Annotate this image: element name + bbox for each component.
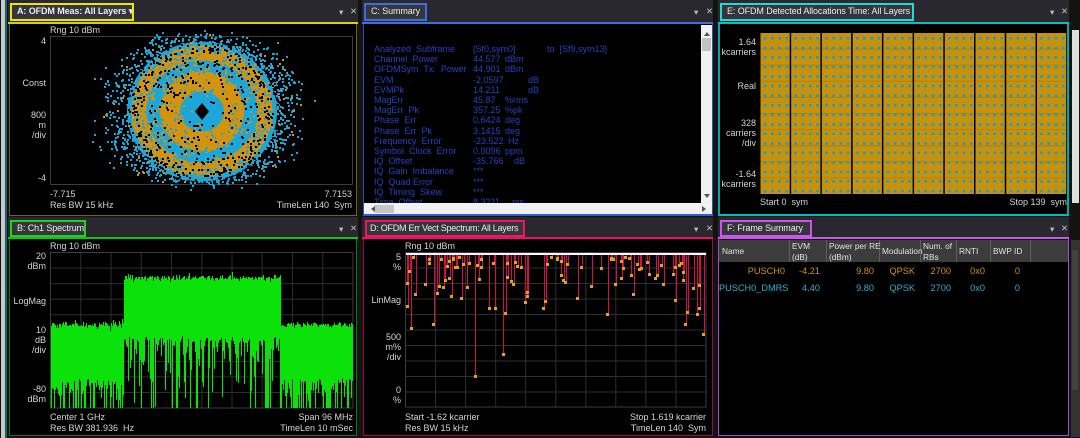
svg-text:/div: /div xyxy=(387,352,402,362)
svg-text:LogMag: LogMag xyxy=(13,296,46,306)
svg-text:-1.64: -1.64 xyxy=(735,169,756,179)
svg-text:TimeLen 140 Sym: TimeLen 140 Sym xyxy=(277,200,352,210)
svg-text:m%: m% xyxy=(386,342,402,352)
svg-text:Stop 1.619 kcarrier: Stop 1.619 kcarrier xyxy=(630,412,706,422)
svg-text:Rng 10 dBm: Rng 10 dBm xyxy=(50,25,100,35)
svg-text:Res BW 381.936 Hz: Res BW 381.936 Hz xyxy=(50,423,135,433)
svg-text:5: 5 xyxy=(396,252,401,262)
svg-text:1.64: 1.64 xyxy=(738,37,756,47)
svg-text:LinMag: LinMag xyxy=(371,295,401,305)
svg-text:%: % xyxy=(393,395,401,405)
svg-text:/div: /div xyxy=(32,130,47,140)
svg-text:m: m xyxy=(39,120,47,130)
svg-text:Stop 139 sym: Stop 139 sym xyxy=(1009,197,1067,207)
svg-text:20: 20 xyxy=(36,251,46,261)
svg-text:dBm: dBm xyxy=(27,394,46,404)
svg-text:/div: /div xyxy=(742,138,757,148)
svg-text:-7.715: -7.715 xyxy=(50,189,76,199)
svg-text:-80: -80 xyxy=(33,384,46,394)
svg-text:Start -1.62 kcarrier: Start -1.62 kcarrier xyxy=(405,412,480,422)
svg-text:Span 96 MHz: Span 96 MHz xyxy=(298,412,353,422)
svg-text:7.7153: 7.7153 xyxy=(324,189,352,199)
svg-text:328: 328 xyxy=(741,118,756,128)
svg-text:Center 1 GHz: Center 1 GHz xyxy=(50,412,106,422)
svg-text:Real: Real xyxy=(737,81,756,91)
svg-text:0: 0 xyxy=(396,385,401,395)
svg-text:Const: Const xyxy=(22,78,46,88)
svg-text:carriers: carriers xyxy=(726,128,757,138)
svg-text:Res BW 15 kHz: Res BW 15 kHz xyxy=(405,423,469,433)
svg-text:4: 4 xyxy=(41,36,46,46)
svg-text:Res BW 15 kHz: Res BW 15 kHz xyxy=(50,200,114,210)
svg-text:-4: -4 xyxy=(38,173,46,183)
svg-text:dB: dB xyxy=(35,335,46,345)
svg-text:Rng 10 dBm: Rng 10 dBm xyxy=(405,241,455,251)
svg-text:Start 0 sym: Start 0 sym xyxy=(760,197,808,207)
svg-text:dBm: dBm xyxy=(27,261,46,271)
svg-text:500: 500 xyxy=(386,332,401,342)
svg-text:kcarriers: kcarriers xyxy=(721,179,756,189)
svg-text:TimeLen 10 mSec: TimeLen 10 mSec xyxy=(280,423,353,433)
svg-text:10: 10 xyxy=(36,325,46,335)
svg-text:800: 800 xyxy=(31,110,46,120)
svg-text:Rng 10 dBm: Rng 10 dBm xyxy=(50,241,100,251)
svg-text:kcarriers: kcarriers xyxy=(721,47,756,57)
svg-text:/div: /div xyxy=(32,345,47,355)
svg-text:TimeLen 140 Sym: TimeLen 140 Sym xyxy=(631,423,706,433)
svg-text:%: % xyxy=(393,262,401,272)
